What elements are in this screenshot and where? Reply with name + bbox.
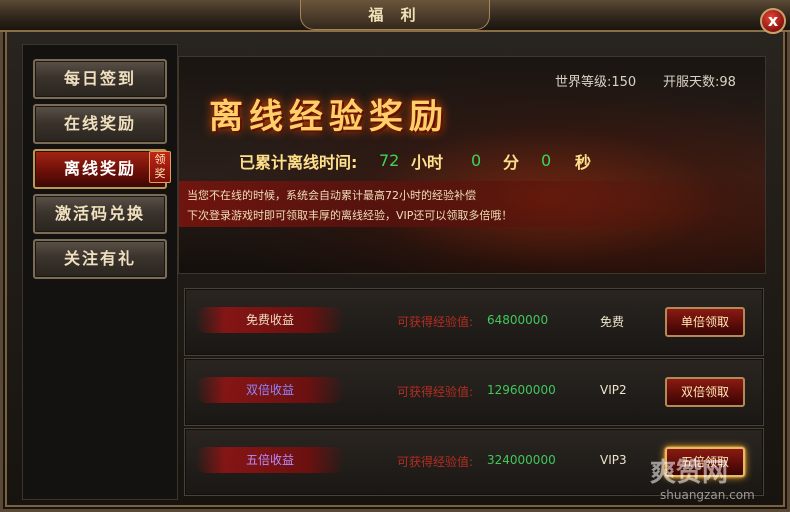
close-icon[interactable]: x [760,8,786,34]
single-claim-button[interactable]: 单倍领取 [665,307,745,337]
seconds-unit: 秒 [575,153,592,172]
sidebar-item-activation-code[interactable]: 激活码兑换 [33,194,167,234]
tier-label: VIP3 [600,453,627,467]
claim-badge: 领奖 [149,151,171,183]
reward-row-free: 免费收益 可获得经验值: 64800000 免费 单倍领取 [184,288,764,356]
double-claim-button[interactable]: 双倍领取 [665,377,745,407]
exp-label: 可获得经验值: [397,385,474,399]
exp-value: 129600000 [487,383,556,397]
sidebar-item-offline-reward[interactable]: 离线奖励 [33,149,167,189]
row-name: 双倍收益 [245,383,294,397]
offline-exp-banner: 离线经验奖励 世界等级:150 开服天数:98 已累计离线时间: 72 小时 0… [178,56,766,274]
tier-label: 免费 [600,315,625,329]
watermark-logo: 爽赞网 [650,458,729,488]
seconds-value: 0 [541,151,552,170]
notice-line: 当您不在线的时候，系统会自动累计最高72小时的经验补偿 [187,189,476,202]
banner-title: 离线经验奖励 [209,97,449,137]
watermark-url: shuangzan.com [660,488,755,502]
sidebar-item-follow-gift[interactable]: 关注有礼 [33,239,167,279]
tier-label: VIP2 [600,383,627,397]
accumulated-time-label: 已累计离线时间: [239,153,358,172]
minutes-unit: 分 [503,153,520,172]
exp-value: 324000000 [487,453,556,467]
row-name: 五倍收益 [245,453,294,467]
sidebar-item-online-reward[interactable]: 在线奖励 [33,104,167,144]
minutes-value: 0 [471,151,482,170]
world-level-text: 世界等级:150 [555,75,637,90]
sidebar-item-daily-signin[interactable]: 每日签到 [33,59,167,99]
hours-value: 72 [379,151,400,170]
row-name: 免费收益 [245,313,294,327]
exp-label: 可获得经验值: [397,315,474,329]
server-days-text: 开服天数:98 [663,75,736,90]
window-title: 福 利 [300,0,490,30]
exp-label: 可获得经验值: [397,455,474,469]
sidebar: 每日签到 在线奖励 离线奖励 领奖 激活码兑换 关注有礼 [22,44,178,500]
notice-line: 下次登录游戏时即可领取丰厚的离线经验，VIP还可以领取多倍哦！ [187,209,513,222]
title-bar: 福 利 [0,0,790,32]
reward-row-double: 双倍收益 可获得经验值: 129600000 VIP2 双倍领取 [184,358,764,426]
notice-box: 当您不在线的时候，系统会自动累计最高72小时的经验补偿 下次登录游戏时即可领取丰… [179,181,739,227]
exp-value: 64800000 [487,313,549,327]
hours-unit: 小时 [411,153,444,172]
